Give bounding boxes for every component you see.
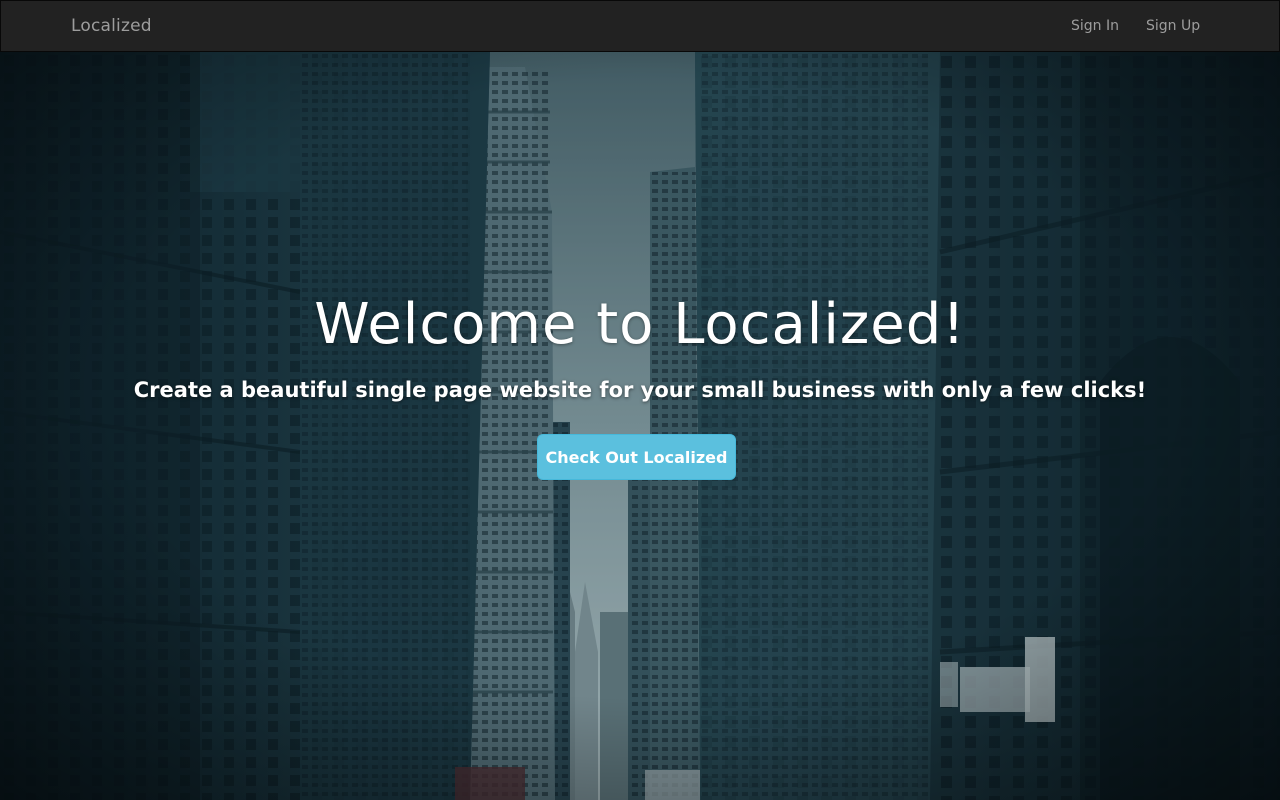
hero-title: Welcome to Localized!: [314, 292, 966, 357]
city-background-image: [0, 52, 1280, 800]
brand-link[interactable]: Localized: [71, 16, 152, 36]
check-out-localized-button[interactable]: Check Out Localized: [537, 434, 736, 480]
hero-section: Welcome to Localized! Create a beautiful…: [0, 52, 1280, 800]
hero-subtitle: Create a beautiful single page website f…: [133, 378, 1147, 402]
sign-in-link[interactable]: Sign In: [1071, 18, 1119, 34]
sign-up-link[interactable]: Sign Up: [1146, 18, 1200, 34]
navbar: Localized Sign In Sign Up: [0, 0, 1280, 52]
